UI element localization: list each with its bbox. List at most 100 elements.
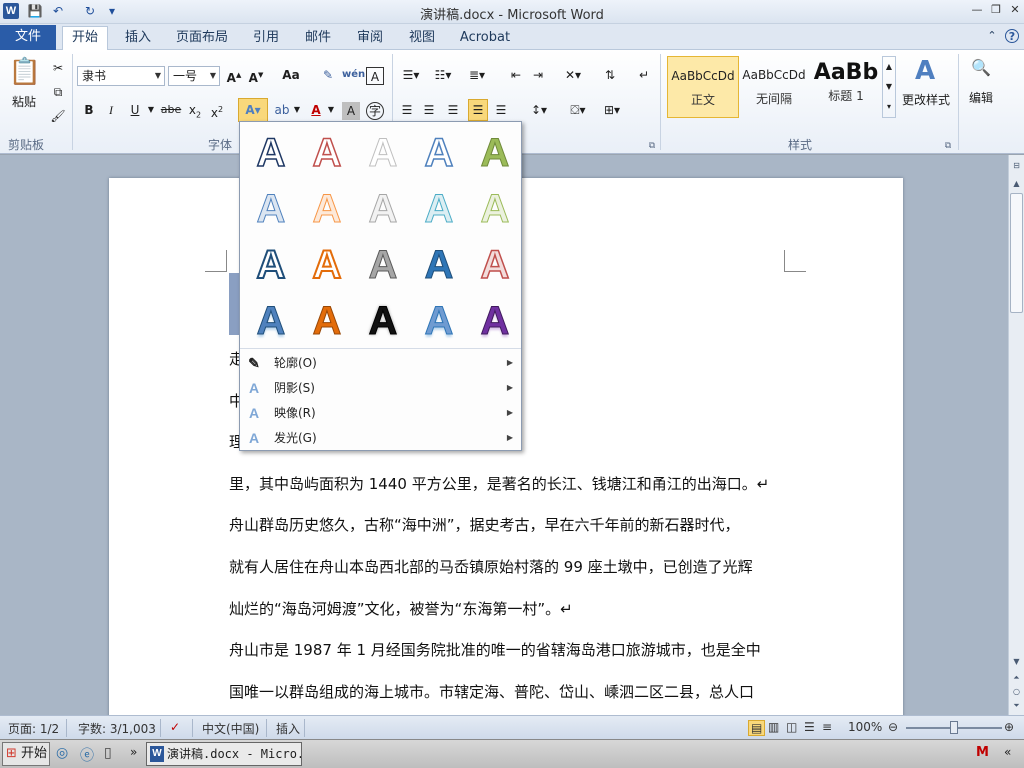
tab-review[interactable]: 审阅	[350, 28, 390, 50]
grow-font-icon[interactable]: A▲	[224, 65, 244, 87]
paste-button[interactable]: 粘贴	[6, 92, 42, 114]
align-center-icon[interactable]: ☰	[420, 100, 438, 122]
scroll-down-icon[interactable]: ▼	[1010, 655, 1023, 669]
highlight-dropdown-icon[interactable]: ▼	[292, 100, 302, 122]
minimize-ribbon-icon[interactable]: ⌃	[985, 29, 999, 43]
text-effect-soft-orange-icon[interactable]: A	[302, 184, 352, 234]
increase-indent-icon[interactable]: ⇥	[528, 65, 548, 87]
line-spacing-icon[interactable]: ↕▾	[526, 100, 552, 122]
cut-icon[interactable]: ✂	[48, 58, 68, 80]
quick-launch-more-icon[interactable]: »	[130, 745, 137, 759]
text-effect-reflection-blue-icon[interactable]: A	[246, 296, 296, 346]
document-line[interactable]: 国唯一以群岛组成的海上城市。市辖定海、普陀、岱山、嵊泗二区二县，总人口	[229, 681, 789, 702]
text-effect-soft-blue-icon[interactable]: A	[246, 184, 296, 234]
show-hide-marks-icon[interactable]: ↵	[634, 65, 654, 87]
paste-icon[interactable]: 📋	[8, 54, 42, 90]
scroll-thumb[interactable]	[1010, 193, 1023, 313]
clear-formatting-icon[interactable]: ✎	[318, 65, 338, 87]
decrease-indent-icon[interactable]: ⇤	[506, 65, 526, 87]
shrink-font-icon[interactable]: A▼	[246, 65, 266, 87]
zoom-slider-thumb[interactable]	[950, 721, 958, 734]
ruler-toggle-icon[interactable]: ⊟	[1010, 159, 1023, 173]
text-effect-outline-lightblue-icon[interactable]: A	[414, 128, 464, 178]
text-effect-soft-red-icon[interactable]: A	[470, 240, 520, 290]
insert-mode[interactable]: 插入	[276, 720, 300, 737]
zoom-level[interactable]: 100%	[848, 720, 882, 734]
style-no-spacing[interactable]: AaBbCcDd 无间隔	[738, 56, 810, 118]
bullets-icon[interactable]: ☰▾	[398, 65, 424, 87]
next-page-icon[interactable]: ⏷	[1010, 699, 1023, 713]
highlight-color-icon[interactable]: ab	[272, 100, 292, 122]
scroll-up-icon[interactable]: ▲	[1010, 177, 1023, 191]
font-color-icon[interactable]: A	[306, 100, 326, 122]
italic-button[interactable]: I	[102, 100, 120, 122]
task-word-document[interactable]: W 演讲稿.docx - Micro...	[146, 742, 302, 766]
tray-app-icon[interactable]: M	[976, 745, 989, 760]
text-effect-soft-gray-icon[interactable]: A	[358, 184, 408, 234]
text-effect-bold-outline-orange-icon[interactable]: A	[302, 240, 352, 290]
text-effect-bold-outline-blue-icon[interactable]: A	[246, 240, 296, 290]
multilevel-list-icon[interactable]: ≣▾	[464, 65, 490, 87]
bold-button[interactable]: B	[80, 100, 98, 122]
quick-launch-browser-icon[interactable]: ⓔ	[80, 745, 94, 765]
font-size-combo[interactable]: 一号 ▼	[168, 66, 220, 86]
strikethrough-button[interactable]: abe	[160, 100, 182, 122]
font-name-combo[interactable]: 隶书 ▼	[77, 66, 165, 86]
borders-icon[interactable]: ⊞▾	[598, 100, 626, 122]
change-case-icon[interactable]: Aa	[278, 65, 304, 87]
outline-view-icon[interactable]: ☰	[804, 720, 815, 734]
document-line[interactable]: 舟山市是 1987 年 1 月经国务院批准的唯一的省辖海岛港口旅游城市，也是全中	[229, 639, 789, 660]
document-line[interactable]: 灿烂的“海岛河姆渡”文化，被誉为“东海第一村”。↵	[229, 598, 789, 619]
enclose-characters-icon[interactable]: 字	[366, 102, 384, 120]
text-effect-outline-gray-icon[interactable]: A	[358, 128, 408, 178]
help-icon[interactable]: ?	[1005, 29, 1019, 43]
previous-page-icon[interactable]: ⏶	[1010, 671, 1023, 685]
text-effect-fill-orange-icon[interactable]: A	[302, 296, 352, 346]
tab-acrobat[interactable]: Acrobat	[455, 28, 515, 50]
web-layout-icon[interactable]: ◫	[786, 720, 797, 734]
minimize-button[interactable]: —	[968, 2, 986, 18]
tab-references[interactable]: 引用	[246, 28, 286, 50]
underline-button[interactable]: U	[126, 100, 144, 122]
menu-item-glow[interactable]: A 发光(G) ▶	[240, 426, 521, 450]
find-icon[interactable]: 🔍	[968, 58, 994, 80]
font-color-dropdown-icon[interactable]: ▼	[326, 100, 336, 122]
character-border-icon[interactable]: A	[366, 67, 384, 85]
text-effect-soft-aqua-icon[interactable]: A	[414, 184, 464, 234]
copy-icon[interactable]: ⧉	[48, 82, 68, 104]
select-browse-object-icon[interactable]: ○	[1010, 685, 1023, 699]
tab-home[interactable]: 开始	[62, 26, 108, 51]
numbering-icon[interactable]: ☷▾	[430, 65, 456, 87]
superscript-button[interactable]: x2	[208, 100, 226, 122]
text-effects-button[interactable]: A▾	[238, 98, 268, 122]
tab-page-layout[interactable]: 页面布局	[172, 28, 232, 50]
align-right-icon[interactable]: ☰	[444, 100, 462, 122]
sort-icon[interactable]: ⇅	[600, 65, 620, 87]
quick-launch-app-icon[interactable]: ▯	[104, 745, 112, 761]
menu-item-outline[interactable]: ✎ 轮廓(O) ▶	[240, 351, 521, 375]
close-button[interactable]: ✕	[1006, 2, 1024, 18]
style-normal[interactable]: AaBbCcDd 正文	[667, 56, 739, 118]
start-button[interactable]: ⊞ 开始	[2, 742, 50, 766]
proofing-icon[interactable]: ✓	[170, 720, 180, 734]
change-styles-icon[interactable]: A	[906, 56, 944, 86]
menu-item-reflection[interactable]: A 映像(R) ▶	[240, 401, 521, 425]
character-shading-icon[interactable]: A	[342, 102, 360, 120]
tab-view[interactable]: 视图	[402, 28, 442, 50]
styles-scroll-icon[interactable]: ▲ ▼ ▾	[882, 56, 896, 118]
change-styles-button[interactable]: 更改样式	[900, 90, 952, 112]
justify-icon[interactable]: ☰	[468, 99, 488, 121]
text-effect-reflection-lightblue-icon[interactable]: A	[414, 296, 464, 346]
align-left-icon[interactable]: ☰	[398, 100, 416, 122]
vertical-scrollbar[interactable]: ⊟ ▲ ▼ ⏶ ○ ⏷	[1008, 155, 1024, 715]
format-painter-icon[interactable]: 🖌	[48, 106, 68, 128]
language-indicator[interactable]: 中文(中国)	[202, 720, 259, 737]
underline-dropdown-icon[interactable]: ▼	[146, 100, 156, 122]
tray-expand-icon[interactable]: «	[1004, 745, 1011, 759]
text-effect-fill-purple-icon[interactable]: A	[470, 296, 520, 346]
print-layout-view-icon[interactable]: ▤	[748, 720, 766, 736]
text-effect-fill-green-icon[interactable]: A	[470, 128, 520, 178]
chinese-layout-icon[interactable]: ✕▾	[560, 65, 586, 87]
text-effect-black-icon[interactable]: A	[358, 296, 408, 346]
page-count[interactable]: 页面: 1/2	[8, 720, 59, 737]
